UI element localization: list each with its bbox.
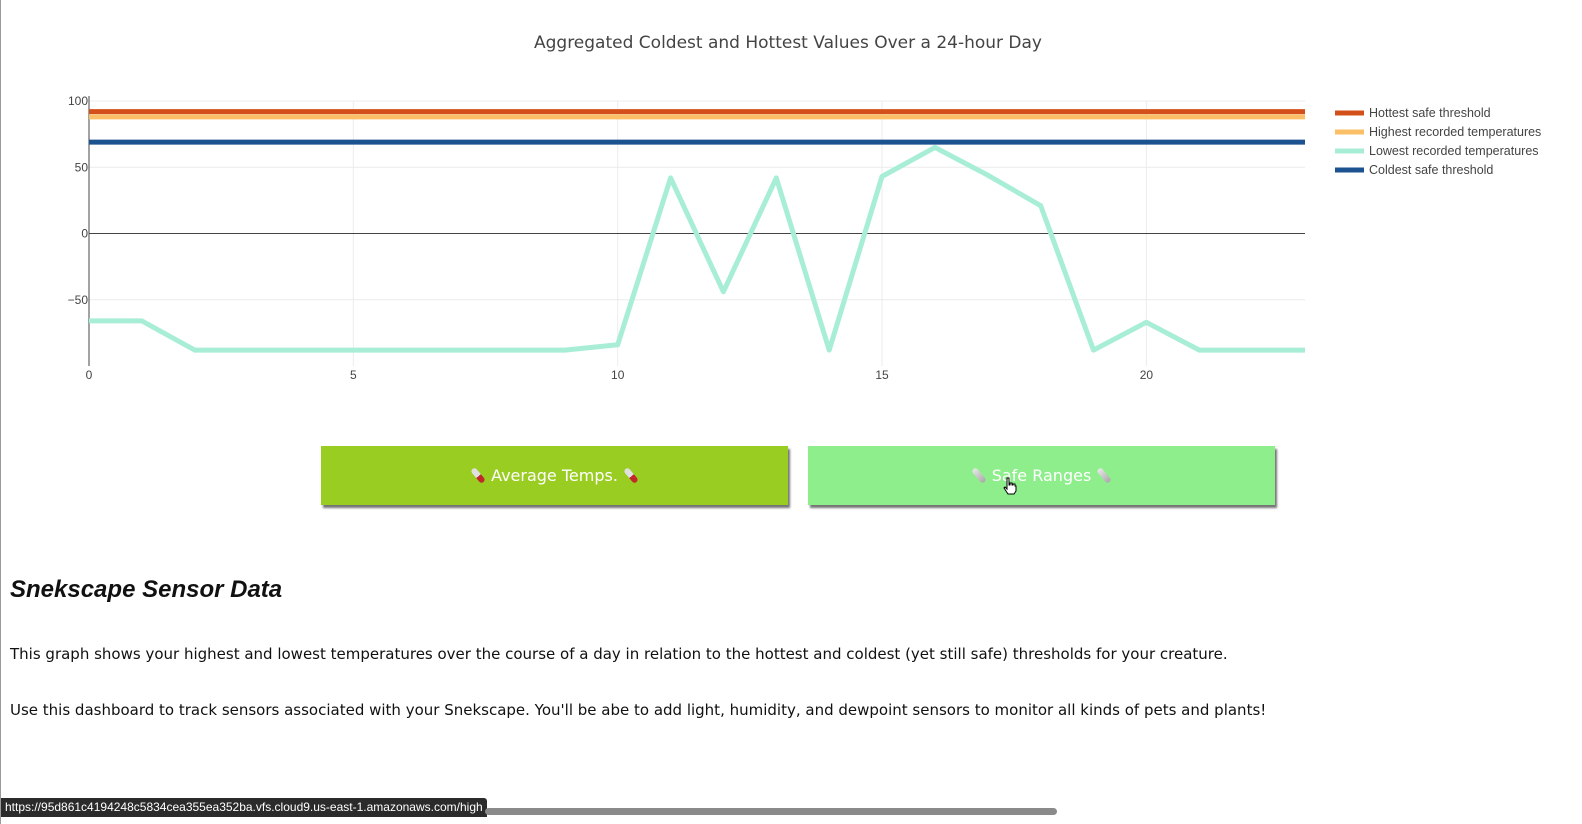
thermometer-icon [970, 467, 987, 484]
legend-label: Hottest safe threshold [1369, 106, 1491, 120]
page: Aggregated Coldest and Hottest Values Ov… [0, 0, 1582, 824]
x-tick-label: 0 [86, 368, 93, 382]
chart-axes: 0 5 10 15 20 100 50 0 −50 [68, 94, 1154, 382]
x-tick-label: 5 [350, 368, 357, 382]
x-tick-label: 15 [875, 368, 889, 382]
x-tick-label: 20 [1140, 368, 1154, 382]
average-temps-label: Average Temps. [491, 466, 618, 485]
legend-label: Lowest recorded temperatures [1369, 144, 1539, 158]
thermometer-icon [470, 467, 486, 484]
horizontal-scrollbar[interactable] [485, 808, 1057, 815]
thermometer-icon [1096, 467, 1113, 484]
y-tick-label: 100 [68, 94, 88, 108]
series-line-lowest-recorded-temperatures [89, 144, 1305, 353]
legend-label: Highest recorded temperatures [1369, 125, 1541, 139]
status-bar-url: https://95d861c4194248c5834cea355ea352ba… [1, 798, 487, 817]
average-temps-button[interactable]: Average Temps. [321, 446, 788, 505]
legend-label: Coldest safe threshold [1369, 163, 1493, 177]
chart: Aggregated Coldest and Hottest Values Ov… [68, 33, 1542, 382]
chart-series [89, 109, 1305, 353]
thermometer-icon [623, 467, 639, 484]
chart-legend[interactable]: Hottest safe threshold Highest recorded t… [1335, 106, 1541, 177]
description-paragraph: This graph shows your highest and lowest… [10, 645, 1228, 663]
y-tick-label: 50 [75, 160, 89, 174]
chart-title: Aggregated Coldest and Hottest Values Ov… [534, 33, 1042, 53]
x-tick-label: 10 [611, 368, 625, 382]
page-heading: Snekscape Sensor Data [10, 576, 283, 603]
hand-pointer-cursor-icon [1003, 477, 1017, 495]
safe-ranges-button[interactable]: Safe Ranges [808, 446, 1275, 505]
y-tick-label: −50 [68, 293, 89, 307]
y-tick-label: 0 [81, 227, 88, 241]
description-paragraph: Use this dashboard to track sensors asso… [10, 701, 1267, 719]
